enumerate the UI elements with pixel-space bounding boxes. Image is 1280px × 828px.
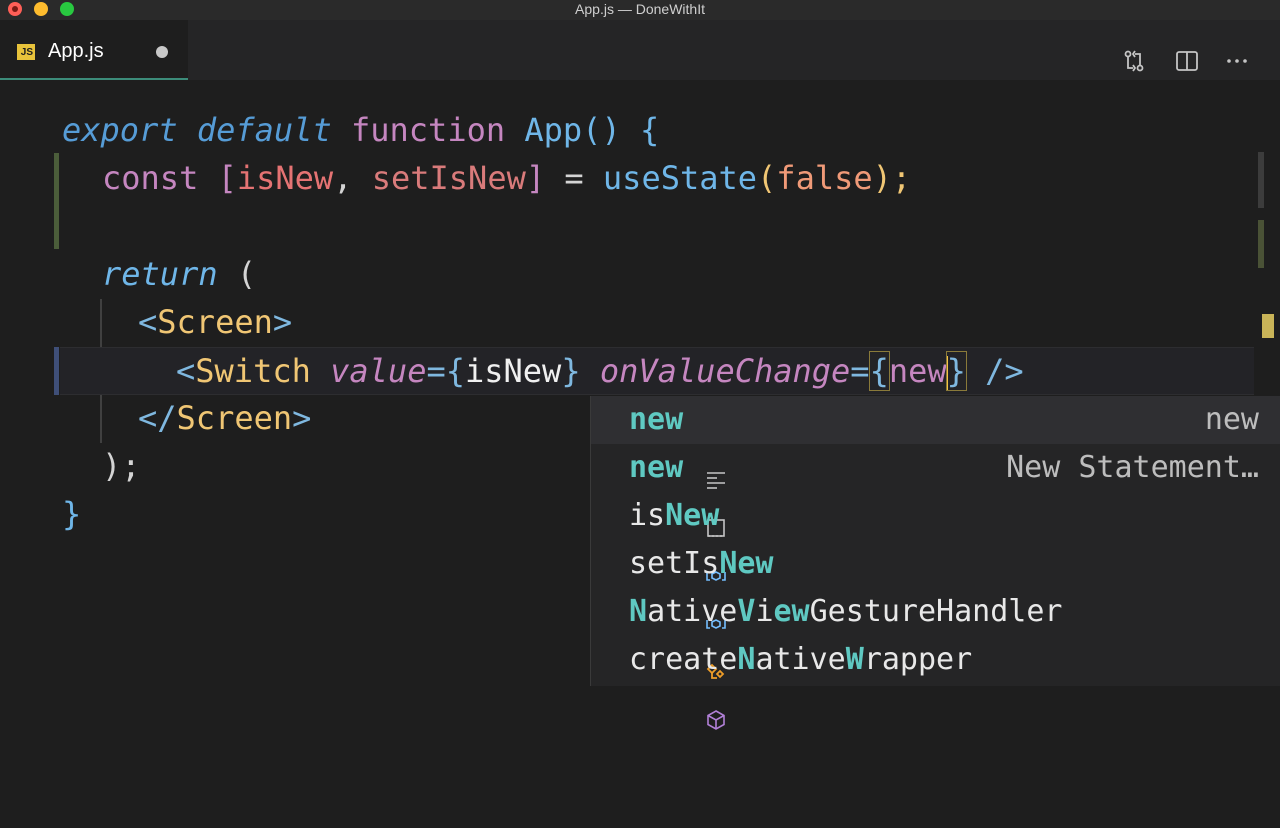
code-line: export default function App() { — [62, 111, 660, 149]
split-editor-icon[interactable] — [1174, 48, 1200, 74]
code-line: return ( — [102, 255, 257, 293]
suggestion-label: createNativeWrapper — [629, 642, 973, 677]
scrollbar-cursor-marker — [1262, 314, 1274, 338]
suggestion-item[interactable]: new new — [591, 396, 1280, 489]
suggestion-item[interactable]: NativeViewGestureHandler — [591, 588, 1280, 679]
scrollbar-marker — [1258, 220, 1264, 268]
source-control-compare-icon[interactable] — [1121, 48, 1147, 74]
autocomplete-widget[interactable]: new new new New Statement… isNew setIsNe… — [590, 396, 1280, 730]
snippet-text-icon — [597, 410, 726, 489]
suggestion-detail: New Statement… — [1006, 450, 1259, 485]
tab-app-js[interactable]: JS App.js — [0, 20, 188, 80]
tab-label: App.js — [48, 40, 104, 62]
code-line: <Screen> — [138, 303, 293, 341]
javascript-file-icon: JS — [17, 44, 35, 60]
suggestion-label: NativeViewGestureHandler — [629, 594, 1063, 629]
more-actions-icon[interactable] — [1224, 48, 1250, 74]
suggestion-item[interactable]: new New Statement… — [591, 444, 1280, 537]
unsaved-dot-icon[interactable] — [156, 46, 168, 58]
snippet-icon — [597, 458, 726, 537]
module-icon — [597, 650, 726, 730]
gutter-modified-marker — [54, 153, 59, 249]
window-title: App.js — DoneWithIt — [575, 1, 705, 17]
suggestion-item[interactable]: isNew — [591, 492, 1280, 581]
class-icon — [597, 602, 725, 679]
variable-icon — [597, 554, 727, 629]
suggestion-item[interactable]: setIsNew — [591, 540, 1280, 629]
suggestion-item[interactable]: createNativeWrapper — [591, 636, 1280, 730]
suggestion-detail: new — [1204, 402, 1259, 437]
scrollbar-marker — [1258, 152, 1264, 208]
suggestion-label: setIsNew — [629, 546, 774, 581]
code-line: const [isNew, setIsNew] = useState(false… — [102, 159, 912, 197]
code-line-current: <Switch value={isNew} onValueChange={new… — [60, 347, 1254, 395]
suggestion-label: isNew — [629, 498, 720, 533]
title-bar: App.js — DoneWithIt — [0, 0, 1280, 20]
suggestion-label: new — [629, 402, 684, 437]
suggestion-label: new — [629, 450, 684, 485]
tab-bar: JS App.js — [0, 20, 1280, 80]
gutter-modified-marker — [54, 347, 59, 395]
variable-icon — [597, 506, 727, 581]
